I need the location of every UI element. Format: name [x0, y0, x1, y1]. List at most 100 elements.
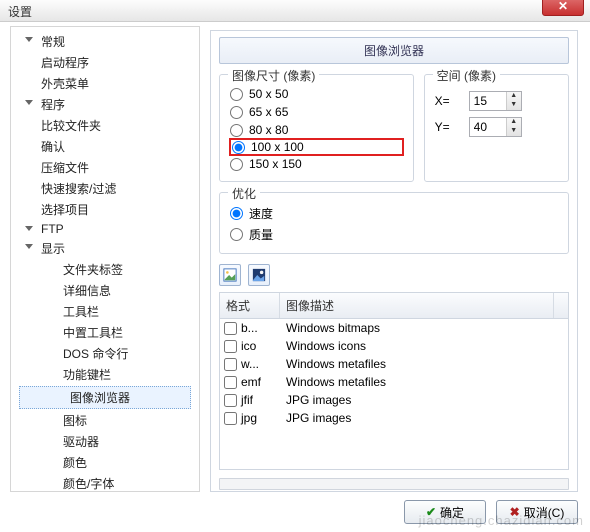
row-checkbox[interactable]: [224, 376, 237, 389]
desc-cell: Windows icons: [280, 339, 568, 353]
fmt-cell: ico: [241, 339, 256, 353]
legend-optimize: 优化: [228, 185, 260, 202]
progress-bar: [219, 478, 569, 490]
sidebar-item-confirm[interactable]: 确认: [11, 136, 199, 157]
legend-image-size: 图像尺寸 (像素): [228, 67, 319, 84]
format-table: 格式 图像描述 b... Windows bitmaps ico Windows i…: [219, 292, 569, 470]
sidebar-item-drives[interactable]: 驱动器: [11, 431, 199, 452]
row-checkbox[interactable]: [224, 412, 237, 425]
sidebar-item-toolbar[interactable]: 工具栏: [11, 301, 199, 322]
sidebar-item-compare-folders[interactable]: 比较文件夹: [11, 115, 199, 136]
group-image-size: 图像尺寸 (像素) 50 x 50 65 x 65 80 x 80 100 x …: [219, 74, 414, 182]
sidebar-item-quicksearch[interactable]: 快速搜索/过滤: [11, 178, 199, 199]
table-row[interactable]: emf Windows metafiles: [220, 373, 568, 391]
desc-cell: Windows metafiles: [280, 375, 568, 389]
input-y-field[interactable]: [470, 118, 506, 136]
row-checkbox[interactable]: [224, 358, 237, 371]
window-title: 设置: [8, 3, 32, 20]
fmt-cell: emf: [241, 375, 261, 389]
table-row[interactable]: jpg JPG images: [220, 409, 568, 427]
desc-cell: Windows bitmaps: [280, 321, 568, 335]
radio-size-100[interactable]: 100 x 100: [230, 139, 403, 155]
radio-label: 150 x 150: [249, 157, 302, 171]
radio-size-80[interactable]: 80 x 80: [230, 121, 403, 139]
sidebar-item-shell-menu[interactable]: 外壳菜单: [11, 73, 199, 94]
sidebar-item-folder-tabs[interactable]: 文件夹标签: [11, 259, 199, 280]
input-x[interactable]: ▲▼: [469, 91, 522, 111]
sidebar-tree: 常规 启动程序 外壳菜单 程序 比较文件夹 确认 压缩文件 快速搜索/过滤 选择…: [10, 26, 200, 492]
fmt-cell: jfif: [241, 393, 253, 407]
radio-label: 100 x 100: [251, 140, 304, 154]
radio-label: 65 x 65: [249, 105, 288, 119]
chevron-down-icon[interactable]: ▼: [507, 127, 521, 136]
sidebar-item-display[interactable]: 显示: [11, 238, 199, 259]
table-row[interactable]: ico Windows icons: [220, 337, 568, 355]
col-scroll-spacer: [554, 293, 568, 318]
legend-space: 空间 (像素): [433, 67, 500, 84]
table-row[interactable]: jfif JPG images: [220, 391, 568, 409]
image-tool-button-1[interactable]: [219, 264, 241, 286]
sidebar-item-startup[interactable]: 启动程序: [11, 52, 199, 73]
check-icon: ✔: [426, 505, 436, 519]
sidebar-item-program[interactable]: 程序: [11, 94, 199, 115]
radio-size-50[interactable]: 50 x 50: [230, 85, 403, 103]
sidebar-item-select[interactable]: 选择项目: [11, 199, 199, 220]
radio-label: 速度: [249, 205, 273, 222]
group-space: 空间 (像素) X= ▲▼ Y= ▲▼: [424, 74, 569, 182]
spinner-x[interactable]: ▲▼: [506, 92, 521, 110]
row-checkbox[interactable]: [224, 322, 237, 335]
picture-icon: [223, 268, 237, 282]
chevron-down-icon[interactable]: ▼: [507, 101, 521, 110]
radio-size-150[interactable]: 150 x 150: [230, 155, 403, 173]
row-checkbox[interactable]: [224, 394, 237, 407]
sidebar-item-general[interactable]: 常规: [11, 31, 199, 52]
cancel-button[interactable]: ✖ 取消(C): [496, 500, 578, 524]
sidebar-item-colors[interactable]: 颜色: [11, 452, 199, 473]
group-optimize: 优化 速度 质量: [219, 192, 569, 254]
sidebar-item-compress[interactable]: 压缩文件: [11, 157, 199, 178]
radio-speed[interactable]: 速度: [230, 203, 558, 224]
table-row[interactable]: w... Windows metafiles: [220, 355, 568, 373]
button-label: 确定: [440, 504, 464, 521]
sidebar-item-mid-toolbar[interactable]: 中置工具栏: [11, 322, 199, 343]
button-label: 取消(C): [524, 504, 565, 521]
panel-header: 图像浏览器: [219, 37, 569, 64]
col-desc[interactable]: 图像描述: [280, 293, 554, 318]
ok-button[interactable]: ✔ 确定: [404, 500, 486, 524]
input-y[interactable]: ▲▼: [469, 117, 522, 137]
chevron-up-icon[interactable]: ▲: [507, 118, 521, 127]
sidebar-item-dos[interactable]: DOS 命令行: [11, 343, 199, 364]
col-format[interactable]: 格式: [220, 293, 280, 318]
radio-label: 质量: [249, 226, 273, 243]
row-checkbox[interactable]: [224, 340, 237, 353]
content-panel: 图像浏览器 图像尺寸 (像素) 50 x 50 65 x 65 80 x 80 …: [210, 30, 578, 492]
picture-alt-icon: [252, 268, 266, 282]
table-body[interactable]: b... Windows bitmaps ico Windows icons w..…: [220, 319, 568, 471]
fmt-cell: b...: [241, 321, 258, 335]
titlebar: 设置 ✕: [0, 0, 590, 22]
radio-label: 80 x 80: [249, 123, 288, 137]
sidebar-item-image-browser[interactable]: 图像浏览器: [19, 386, 191, 409]
sidebar-item-icons[interactable]: 图标: [11, 410, 199, 431]
desc-cell: JPG images: [280, 393, 568, 407]
table-row[interactable]: b... Windows bitmaps: [220, 319, 568, 337]
label-y: Y=: [435, 120, 461, 134]
desc-cell: JPG images: [280, 411, 568, 425]
image-tool-button-2[interactable]: [248, 264, 270, 286]
radio-quality[interactable]: 质量: [230, 224, 558, 245]
sidebar-item-ftp[interactable]: FTP: [11, 220, 199, 238]
input-x-field[interactable]: [470, 92, 506, 110]
spinner-y[interactable]: ▲▼: [506, 118, 521, 136]
radio-size-65[interactable]: 65 x 65: [230, 103, 403, 121]
desc-cell: Windows metafiles: [280, 357, 568, 371]
sidebar-item-colors-fonts[interactable]: 颜色/字体: [11, 473, 199, 492]
close-button[interactable]: ✕: [542, 0, 584, 16]
x-icon: ✖: [510, 505, 520, 519]
fmt-cell: w...: [241, 357, 259, 371]
label-x: X=: [435, 94, 461, 108]
fmt-cell: jpg: [241, 411, 257, 425]
sidebar-item-fn-keys[interactable]: 功能键栏: [11, 364, 199, 385]
sidebar-item-details[interactable]: 详细信息: [11, 280, 199, 301]
chevron-up-icon[interactable]: ▲: [507, 92, 521, 101]
radio-label: 50 x 50: [249, 87, 288, 101]
